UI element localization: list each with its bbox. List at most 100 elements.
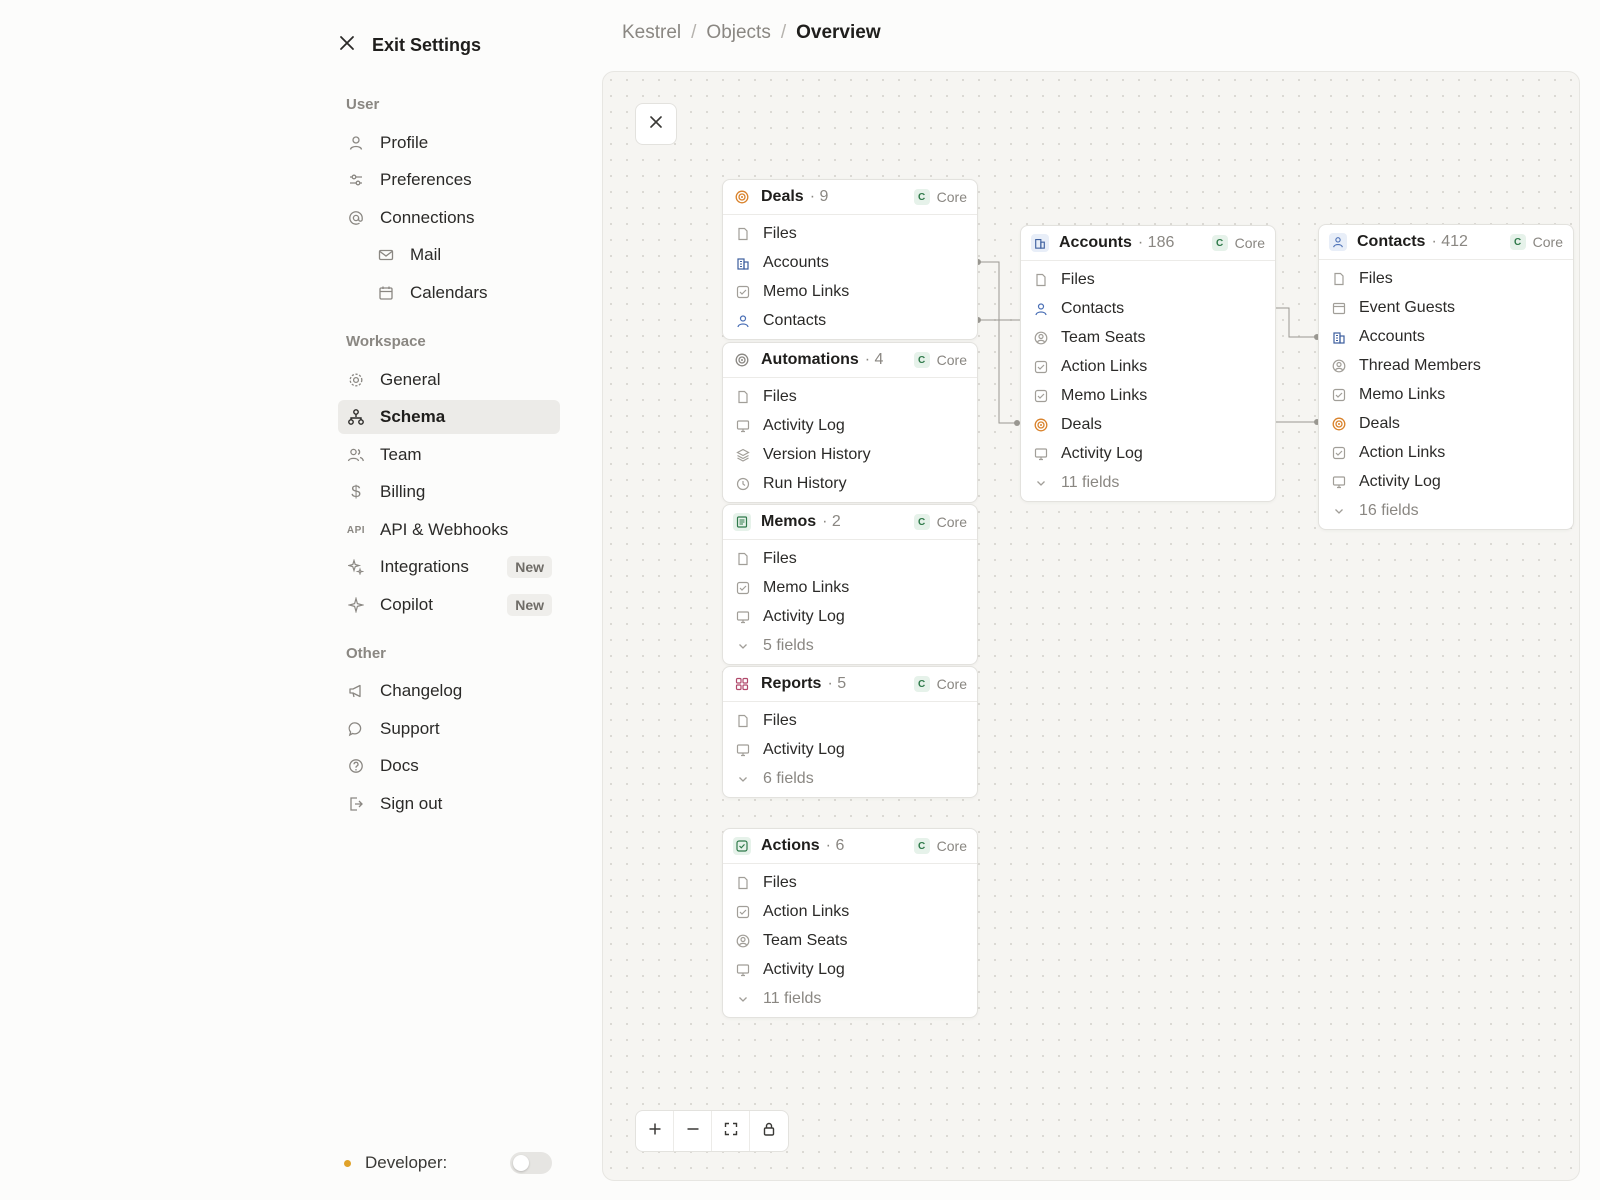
field-row[interactable]: Memo Links xyxy=(723,277,977,306)
field-row[interactable]: Deals xyxy=(1021,410,1275,439)
schema-canvas[interactable]: Deals · 9 C Core Files Accounts Memo Link… xyxy=(602,71,1580,1181)
calendar-icon xyxy=(1331,300,1347,316)
field-label: Activity Log xyxy=(763,740,845,758)
field-row[interactable]: Contacts xyxy=(1021,294,1275,323)
field-row[interactable]: Team Seats xyxy=(1021,323,1275,352)
breadcrumb-item-workspace[interactable]: Kestrel xyxy=(622,22,681,44)
user-circle-icon xyxy=(1331,358,1347,374)
user-icon xyxy=(735,313,751,329)
field-row[interactable]: Action Links xyxy=(1021,352,1275,381)
field-row[interactable]: Activity Log xyxy=(723,411,977,440)
sidebar-item-schema[interactable]: Schema xyxy=(338,400,560,434)
field-label: Action Links xyxy=(1359,443,1446,461)
chat-bubble-icon xyxy=(346,719,366,739)
sidebar-item-connections[interactable]: Connections xyxy=(338,201,560,235)
show-more-fields[interactable]: 16 fields xyxy=(1319,496,1573,525)
field-row[interactable]: Activity Log xyxy=(723,955,977,984)
field-row[interactable]: Files xyxy=(723,219,977,248)
field-row[interactable]: Contacts xyxy=(723,306,977,335)
target-icon xyxy=(733,188,751,206)
zoom-out-button[interactable] xyxy=(674,1111,712,1151)
target-icon xyxy=(1033,417,1049,433)
object-card-reports[interactable]: Reports · 5 C Core Files Activity Log 6 f… xyxy=(722,666,978,798)
object-card-automations[interactable]: Automations · 4 C Core Files Activity Log… xyxy=(722,342,978,503)
sidebar-item-label: Mail xyxy=(410,245,442,264)
field-label: Files xyxy=(763,711,797,729)
field-row[interactable]: Activity Log xyxy=(1319,467,1573,496)
sidebar-item-label: Changelog xyxy=(380,681,463,700)
zoom-in-button[interactable] xyxy=(636,1111,674,1151)
show-more-fields[interactable]: 5 fields xyxy=(723,631,977,660)
field-row[interactable]: Event Guests xyxy=(1319,293,1573,322)
show-more-fields[interactable]: 11 fields xyxy=(1021,468,1275,497)
show-more-fields[interactable]: 11 fields xyxy=(723,984,977,1013)
exit-settings-button[interactable]: Exit Settings xyxy=(338,32,481,58)
core-label: Core xyxy=(1532,234,1563,250)
sidebar-item-label: Copilot xyxy=(380,595,433,614)
core-letter: C xyxy=(913,514,930,530)
sidebar-item-integrations[interactable]: Integrations New xyxy=(338,550,560,584)
sidebar-item-team[interactable]: Team xyxy=(338,438,560,472)
sidebar-item-billing[interactable]: $ Billing xyxy=(338,475,560,509)
field-row[interactable]: Action Links xyxy=(723,897,977,926)
lock-button[interactable] xyxy=(750,1111,788,1151)
field-row[interactable]: Accounts xyxy=(1319,322,1573,351)
sidebar-item-calendars[interactable]: Calendars xyxy=(338,276,560,310)
sign-out-icon xyxy=(346,794,366,814)
show-more-fields[interactable]: 6 fields xyxy=(723,764,977,793)
field-row[interactable]: Team Seats xyxy=(723,926,977,955)
field-row[interactable]: Files xyxy=(1021,265,1275,294)
field-row[interactable]: Files xyxy=(723,544,977,573)
field-row[interactable]: Version History xyxy=(723,440,977,469)
field-row[interactable]: Run History xyxy=(723,469,977,498)
field-row[interactable]: Files xyxy=(723,706,977,735)
close-canvas-button[interactable] xyxy=(635,103,677,145)
file-icon xyxy=(735,551,751,567)
object-card-contacts[interactable]: Contacts · 412 C Core Files Event Guests … xyxy=(1318,224,1574,530)
user-icon xyxy=(1033,301,1049,317)
sidebar-item-copilot[interactable]: Copilot New xyxy=(338,588,560,622)
object-card-deals[interactable]: Deals · 9 C Core Files Accounts Memo Link… xyxy=(722,179,978,340)
field-label: Memo Links xyxy=(1359,385,1446,403)
sidebar-item-mail[interactable]: Mail xyxy=(338,238,560,272)
field-row[interactable]: Memo Links xyxy=(723,573,977,602)
record-count: · 5 xyxy=(827,675,847,692)
field-row[interactable]: Activity Log xyxy=(1021,439,1275,468)
sidebar-item-preferences[interactable]: Preferences xyxy=(338,163,560,197)
sidebar-item-general[interactable]: General xyxy=(338,363,560,397)
sidebar-item-docs[interactable]: Docs xyxy=(338,749,560,783)
field-row[interactable]: Accounts xyxy=(723,248,977,277)
core-badge: C Core xyxy=(913,514,967,530)
sidebar-item-sign-out[interactable]: Sign out xyxy=(338,787,560,821)
field-label: Memo Links xyxy=(763,282,850,300)
field-row[interactable]: Deals xyxy=(1319,409,1573,438)
breadcrumb-item-objects[interactable]: Objects xyxy=(706,22,770,44)
lock-icon xyxy=(762,1122,776,1141)
sidebar-item-support[interactable]: Support xyxy=(338,712,560,746)
field-row[interactable]: Memo Links xyxy=(1319,380,1573,409)
object-card-accounts[interactable]: Accounts · 186 C Core Files Contacts Team… xyxy=(1020,225,1276,502)
field-row[interactable]: Activity Log xyxy=(723,602,977,631)
field-row[interactable]: Action Links xyxy=(1319,438,1573,467)
sidebar-item-changelog[interactable]: Changelog xyxy=(338,674,560,708)
sidebar-item-api-webhooks[interactable]: API API & Webhooks xyxy=(338,513,560,547)
section-label-workspace: Workspace xyxy=(346,333,426,350)
field-row[interactable]: Thread Members xyxy=(1319,351,1573,380)
field-label: Event Guests xyxy=(1359,298,1456,316)
monitor-icon xyxy=(735,742,751,758)
field-row[interactable]: Files xyxy=(723,868,977,897)
field-row[interactable]: Memo Links xyxy=(1021,381,1275,410)
object-card-memos[interactable]: Memos · 2 C Core Files Memo Links Activit… xyxy=(722,504,978,665)
object-card-actions[interactable]: Actions · 6 C Core Files Action Links Tea… xyxy=(722,828,978,1018)
developer-toggle[interactable] xyxy=(510,1152,552,1174)
field-label: Action Links xyxy=(1061,357,1148,375)
core-letter: C xyxy=(913,189,930,205)
field-row[interactable]: Files xyxy=(723,382,977,411)
sidebar-item-profile[interactable]: Profile xyxy=(338,126,560,160)
fit-view-button[interactable] xyxy=(712,1111,750,1151)
field-row[interactable]: Files xyxy=(1319,264,1573,293)
field-row[interactable]: Activity Log xyxy=(723,735,977,764)
record-count: · 6 xyxy=(825,837,845,854)
card-header: Memos · 2 C Core xyxy=(723,505,977,540)
building-icon xyxy=(1031,234,1049,252)
